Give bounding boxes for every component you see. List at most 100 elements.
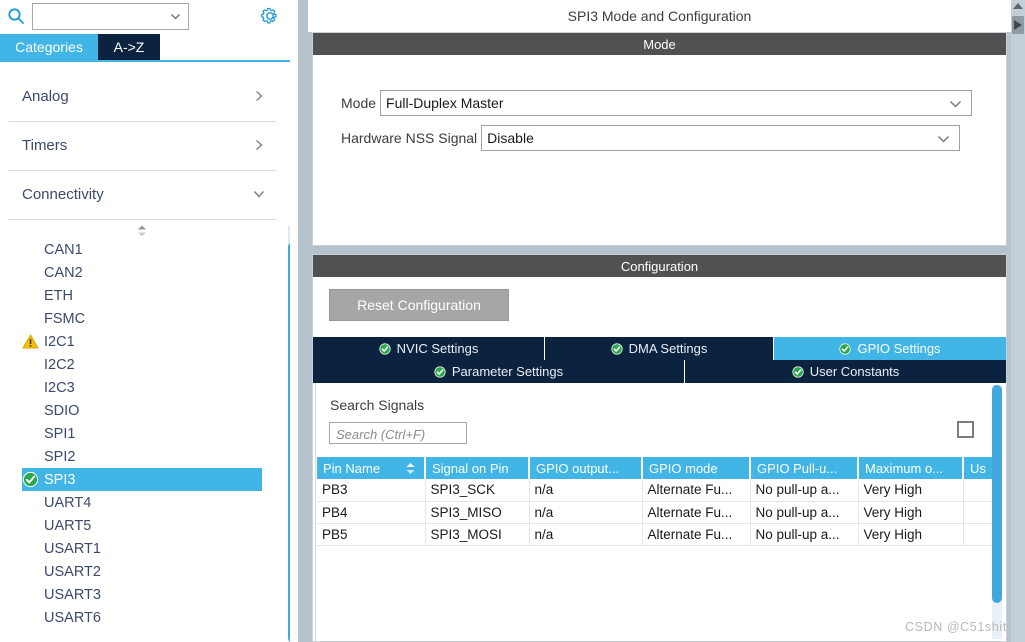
peripheral-item-i2c2[interactable]: I2C2	[22, 353, 267, 376]
hardware-nss-value: Disable	[487, 130, 534, 146]
table-row[interactable]: PB5 SPI3_MOSI n/a Alternate Fu... No pull-up…	[317, 523, 998, 546]
tab-nvic-settings[interactable]: NVIC Settings	[313, 337, 545, 360]
search-signals-input[interactable]	[334, 423, 468, 445]
column-header-signal-on-pin[interactable]: Signal on Pin	[425, 457, 530, 479]
column-header-label: Us	[970, 460, 986, 476]
tab-parameter-settings[interactable]: Parameter Settings	[313, 360, 685, 383]
hardware-nss-select[interactable]: Disable	[481, 125, 961, 151]
peripheral-item-spi1[interactable]: SPI1	[22, 422, 267, 445]
table-cell[interactable]: No pull-up a...	[750, 479, 859, 502]
chevron-down-icon	[936, 132, 951, 151]
tab-dma-settings[interactable]: DMA Settings	[545, 337, 774, 360]
search-signals-label: Search Signals	[330, 397, 425, 413]
sidebar-group-connectivity[interactable]: Connectivity	[8, 172, 276, 220]
table-cell[interactable]: PB3	[317, 479, 426, 502]
peripheral-item-label: I2C1	[44, 333, 75, 350]
peripheral-item-can1[interactable]: CAN1	[22, 238, 267, 261]
peripheral-item-label: CAN2	[44, 264, 83, 281]
gear-icon[interactable]	[258, 4, 282, 28]
window-scrollbar-track[interactable]	[1011, 0, 1025, 642]
table-cell[interactable]: Alternate Fu...	[642, 501, 751, 524]
peripheral-item-label: I2C3	[44, 379, 75, 396]
configuration-tabs-row-2: Parameter Settings User Constants	[313, 360, 1006, 383]
table-cell[interactable]: SPI3_MOSI	[425, 523, 530, 546]
peripheral-list[interactable]: CAN1 CAN2 ETH FSMC I2C1 I2C2 I2C3 SDIO SPI1 SPI2 S…	[22, 238, 267, 642]
peripheral-item-usart2[interactable]: USART2	[22, 560, 267, 583]
scroll-up-arrow-icon[interactable]	[1011, 0, 1025, 14]
configuration-panel: SPI3 Mode and Configuration Mode Mode Fu…	[308, 0, 1011, 642]
peripheral-search-combobox[interactable]	[32, 2, 189, 30]
peripheral-item-label: SPI3	[44, 471, 76, 488]
peripheral-item-uart4[interactable]: UART4	[22, 491, 267, 514]
table-cell[interactable]: n/a	[529, 501, 643, 524]
table-cell[interactable]: PB4	[317, 501, 426, 524]
stm32cubemx-window: Categories A->Z Analog Timers Connectivi…	[0, 0, 1025, 642]
table-scrollbar-thumb[interactable]	[992, 385, 1002, 603]
peripheral-item-eth[interactable]: ETH	[22, 284, 267, 307]
chevron-down-icon	[948, 97, 963, 116]
watermark: CSDN @C51shit	[905, 620, 1007, 634]
table-cell[interactable]: Very High	[858, 523, 964, 546]
table-cell[interactable]: n/a	[529, 523, 643, 546]
tab-user-constants[interactable]: User Constants	[685, 360, 1006, 383]
table-cell[interactable]: PB5	[317, 523, 426, 546]
peripheral-search-input[interactable]	[37, 4, 169, 28]
peripheral-item-i2c3[interactable]: I2C3	[22, 376, 267, 399]
table-cell[interactable]: SPI3_SCK	[425, 479, 530, 502]
column-header-gpio-output[interactable]: GPIO output...	[529, 457, 643, 479]
table-row[interactable]: PB3 SPI3_SCK n/a Alternate Fu... No pull-up …	[317, 479, 998, 502]
tab-label: User Constants	[809, 364, 900, 379]
peripheral-item-label: USART1	[44, 540, 101, 557]
peripheral-item-usart6[interactable]: USART6	[22, 606, 267, 629]
window-scrollbar-thumb[interactable]	[1012, 16, 1024, 34]
peripheral-item-sdio[interactable]: SDIO	[22, 399, 267, 422]
sidebar-group-label: Analog	[22, 88, 69, 105]
peripheral-item-fsmc[interactable]: FSMC	[22, 307, 267, 330]
mode-select-value: Full-Duplex Master	[386, 95, 504, 111]
peripheral-item-label: FSMC	[44, 310, 86, 327]
warning-icon	[22, 333, 39, 350]
tab-label: GPIO Settings	[857, 341, 941, 356]
sidebar-tabs: Categories A->Z	[0, 34, 290, 60]
column-header-maximum-o[interactable]: Maximum o...	[858, 457, 964, 479]
tab-gpio-settings[interactable]: GPIO Settings	[774, 337, 1006, 360]
peripheral-item-label: I2C2	[44, 356, 75, 373]
peripheral-sidebar: Categories A->Z Analog Timers Connectivi…	[0, 0, 290, 642]
tab-a-to-z[interactable]: A->Z	[98, 34, 160, 60]
tab-categories[interactable]: Categories	[0, 34, 98, 60]
peripheral-item-i2c1[interactable]: I2C1	[22, 330, 267, 353]
table-cell[interactable]: Alternate Fu...	[642, 523, 751, 546]
list-scroll-up-icon[interactable]	[135, 224, 149, 238]
pin-configuration-table[interactable]: Pin Name Signal on Pin GPIO output... GPIO …	[317, 457, 998, 546]
panel-divider[interactable]	[298, 0, 308, 642]
peripheral-item-spi3[interactable]: SPI3	[22, 468, 262, 491]
table-cell[interactable]: No pull-up a...	[750, 523, 859, 546]
tab-label: DMA Settings	[628, 341, 708, 356]
table-row[interactable]: PB4 SPI3_MISO n/a Alternate Fu... No pull-up…	[317, 501, 998, 524]
mode-select[interactable]: Full-Duplex Master	[380, 90, 973, 116]
column-header-gpio-pull-u[interactable]: GPIO Pull-u...	[750, 457, 859, 479]
peripheral-item-spi2[interactable]: SPI2	[22, 445, 267, 468]
column-header-label: GPIO output...	[536, 460, 620, 476]
table-cell[interactable]: No pull-up a...	[750, 501, 859, 524]
column-header-gpio-mode[interactable]: GPIO mode	[642, 457, 751, 479]
peripheral-item-label: UART5	[44, 517, 92, 534]
sidebar-scrollbar-thumb[interactable]	[288, 243, 290, 642]
peripheral-item-usart1[interactable]: USART1	[22, 537, 267, 560]
peripheral-item-usart3[interactable]: USART3	[22, 583, 267, 606]
table-cell[interactable]: n/a	[529, 479, 643, 502]
column-header-label: GPIO mode	[649, 460, 718, 476]
table-header-row: Pin Name Signal on Pin GPIO output... GPIO …	[317, 457, 998, 479]
table-cell[interactable]: Alternate Fu...	[642, 479, 751, 502]
show-only-modified-checkbox[interactable]	[957, 421, 974, 438]
peripheral-item-uart5[interactable]: UART5	[22, 514, 267, 537]
reset-configuration-button[interactable]: Reset Configuration	[329, 289, 509, 321]
table-cell[interactable]: Very High	[858, 479, 964, 502]
search-signals-field[interactable]	[329, 422, 468, 445]
sidebar-group-analog[interactable]: Analog	[8, 74, 276, 122]
peripheral-item-can2[interactable]: CAN2	[22, 261, 267, 284]
table-cell[interactable]: Very High	[858, 501, 964, 524]
table-cell[interactable]: SPI3_MISO	[425, 501, 530, 524]
sidebar-group-timers[interactable]: Timers	[8, 123, 276, 171]
column-header-pin-name[interactable]: Pin Name	[317, 457, 426, 479]
